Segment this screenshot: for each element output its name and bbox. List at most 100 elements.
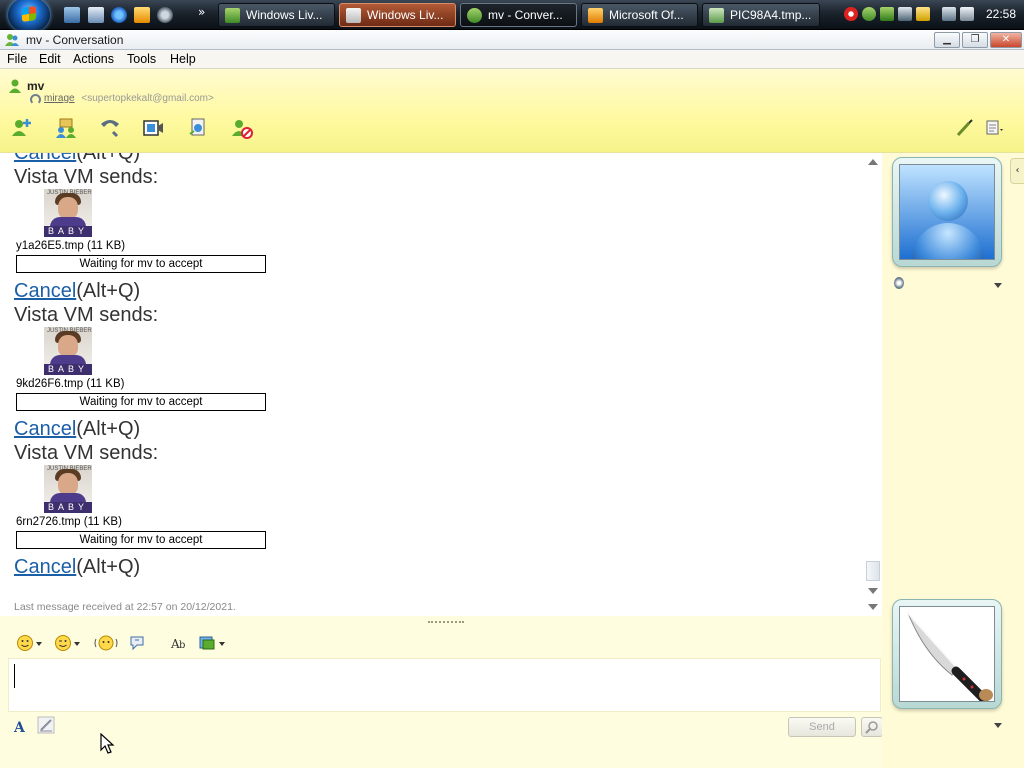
window-title: mv - Conversation (26, 33, 124, 47)
taskbar-button-windows-live-2[interactable]: Windows Liv... (339, 3, 456, 27)
background-icon[interactable] (198, 634, 216, 652)
taskbar-button-conversation[interactable]: mv - Conver... (460, 3, 577, 27)
thumbnail-caption: BABY (44, 502, 92, 513)
minimize-button[interactable]: ▁ (934, 32, 960, 48)
knife-picture (899, 606, 995, 702)
cancel-transfer-link[interactable]: Cancel (14, 153, 76, 164)
cancel-transfer-link[interactable]: Cancel (14, 556, 76, 578)
video-call-icon[interactable] (141, 116, 165, 140)
sender-line: Vista VM sends: (14, 166, 159, 188)
compose-toolbar: A b (0, 630, 882, 656)
messenger-icon (225, 8, 240, 23)
message-input[interactable] (8, 658, 881, 712)
scrollbar-thumb[interactable] (866, 561, 880, 581)
history-content: Cancel(Alt+Q) Vista VM sends: JUSTIN BIE… (14, 153, 854, 579)
file-thumbnail[interactable]: JUSTIN BIEBER BABY (44, 189, 92, 237)
cancel-transfer-link[interactable]: Cancel (14, 280, 76, 302)
internet-explorer-icon[interactable] (111, 7, 127, 23)
quicklaunch-overflow[interactable]: » (198, 5, 205, 19)
contact-status-icon (9, 79, 21, 93)
history-scrollbar[interactable] (864, 153, 882, 616)
default-buddy-icon (899, 164, 995, 260)
taskbar-button-label: PIC98A4.tmp... (730, 8, 812, 22)
search-icon (865, 721, 878, 734)
contact-picture-dropdown-icon[interactable] (994, 283, 1002, 288)
activities-icon[interactable] (186, 116, 210, 140)
call-icon[interactable] (98, 116, 122, 140)
switch-windows-icon[interactable] (88, 7, 104, 23)
volume-tray-icon[interactable] (960, 7, 974, 21)
window-titlebar[interactable]: mv - Conversation ▁ ❐ ✕ (0, 30, 1024, 50)
sender-line: Vista VM sends: (14, 442, 159, 464)
media-player-icon[interactable] (134, 7, 150, 23)
invite-contact-icon[interactable] (10, 116, 34, 140)
cancel-line: Cancel(Alt+Q) (14, 279, 854, 303)
collapse-pane-button[interactable]: ‹ (1010, 158, 1024, 184)
pane-splitter[interactable] (428, 621, 464, 625)
emoticon-dropdown-icon[interactable] (36, 642, 42, 646)
desktop: » Windows Liv... Windows Liv... mv - Con… (0, 0, 1024, 768)
webcam-icon[interactable] (894, 277, 904, 289)
taskbar-button-label: Microsoft Of... (609, 8, 684, 22)
emoticon-icon[interactable] (16, 634, 34, 652)
background-paint-icon[interactable] (955, 118, 975, 138)
handwriting-icon[interactable] (36, 715, 56, 735)
menu-help[interactable]: Help (170, 52, 196, 66)
close-button[interactable]: ✕ (990, 32, 1022, 48)
my-picture-dropdown-icon[interactable] (994, 723, 1002, 728)
nudge-icon[interactable] (94, 634, 118, 652)
show-desktop-icon[interactable] (64, 7, 80, 23)
cancel-line: Cancel(Alt+Q) (14, 417, 854, 441)
thumbnail-face (58, 197, 78, 219)
menu-actions[interactable]: Actions (73, 52, 114, 66)
background-dropdown-icon[interactable] (219, 642, 225, 646)
menu-edit[interactable]: Edit (39, 52, 61, 66)
messenger-quicklaunch-icon[interactable] (157, 7, 173, 23)
conversation-history[interactable]: Cancel(Alt+Q) Vista VM sends: JUSTIN BIE… (0, 153, 882, 616)
compose-footer: A Send (0, 712, 883, 742)
scroll-end-icon[interactable] (868, 604, 878, 610)
file-name: 6rn2726.tmp (11 KB) (16, 516, 122, 528)
search-button[interactable] (861, 717, 883, 737)
block-icon[interactable] (230, 116, 254, 140)
menu-tools[interactable]: Tools (127, 52, 156, 66)
voice-clip-icon[interactable] (128, 634, 146, 652)
restore-button[interactable]: ❐ (962, 32, 988, 48)
error-tray-icon[interactable] (844, 7, 858, 21)
share-files-icon[interactable] (54, 116, 78, 140)
messenger-tray-icon[interactable] (862, 7, 876, 21)
clock[interactable]: 22:58 (986, 7, 1016, 21)
security-tray-icon[interactable] (880, 7, 894, 21)
my-display-picture[interactable] (892, 599, 1002, 709)
menu-file[interactable]: File (7, 52, 27, 66)
thumbnail-face (58, 473, 78, 495)
file-thumbnail[interactable]: JUSTIN BIEBER BABY (44, 465, 92, 513)
system-tray: 22:58 (836, 0, 1024, 30)
scroll-up-icon[interactable] (868, 159, 878, 165)
network-tray-icon[interactable] (942, 7, 956, 21)
send-button[interactable]: Send (788, 717, 856, 737)
knife-image (907, 612, 993, 701)
cancel-shortcut: (Alt+Q) (76, 153, 141, 164)
start-button[interactable] (8, 0, 50, 33)
wink-icon[interactable] (54, 634, 72, 652)
taskbar-button-windows-live-1[interactable]: Windows Liv... (218, 3, 335, 27)
contact-nickname[interactable]: mirage (44, 93, 75, 104)
text-caret (14, 664, 15, 688)
monitor-tray-icon[interactable] (898, 7, 912, 21)
taskbar-button-pic-tmp[interactable]: PIC98A4.tmp... (702, 3, 820, 27)
display-options-icon[interactable] (985, 118, 1005, 138)
taskbar-button-microsoft-office[interactable]: Microsoft Of... (581, 3, 698, 27)
scroll-down-icon[interactable] (868, 588, 878, 594)
last-message-status: Last message received at 22:57 on 20/12/… (14, 601, 236, 613)
font-style-icon[interactable]: A (12, 717, 30, 735)
shield-tray-icon[interactable] (916, 7, 930, 21)
font-icon[interactable]: A b (170, 634, 188, 652)
chevron-left-icon: ‹ (1015, 165, 1020, 176)
cancel-transfer-link[interactable]: Cancel (14, 418, 76, 440)
wink-dropdown-icon[interactable] (74, 642, 80, 646)
file-name: 9kd26F6.tmp (11 KB) (16, 378, 125, 390)
contact-details: mirage <supertopkekalt@gmail.com> (30, 93, 214, 104)
file-thumbnail[interactable]: JUSTIN BIEBER BABY (44, 327, 92, 375)
contact-display-picture[interactable] (892, 157, 1002, 267)
